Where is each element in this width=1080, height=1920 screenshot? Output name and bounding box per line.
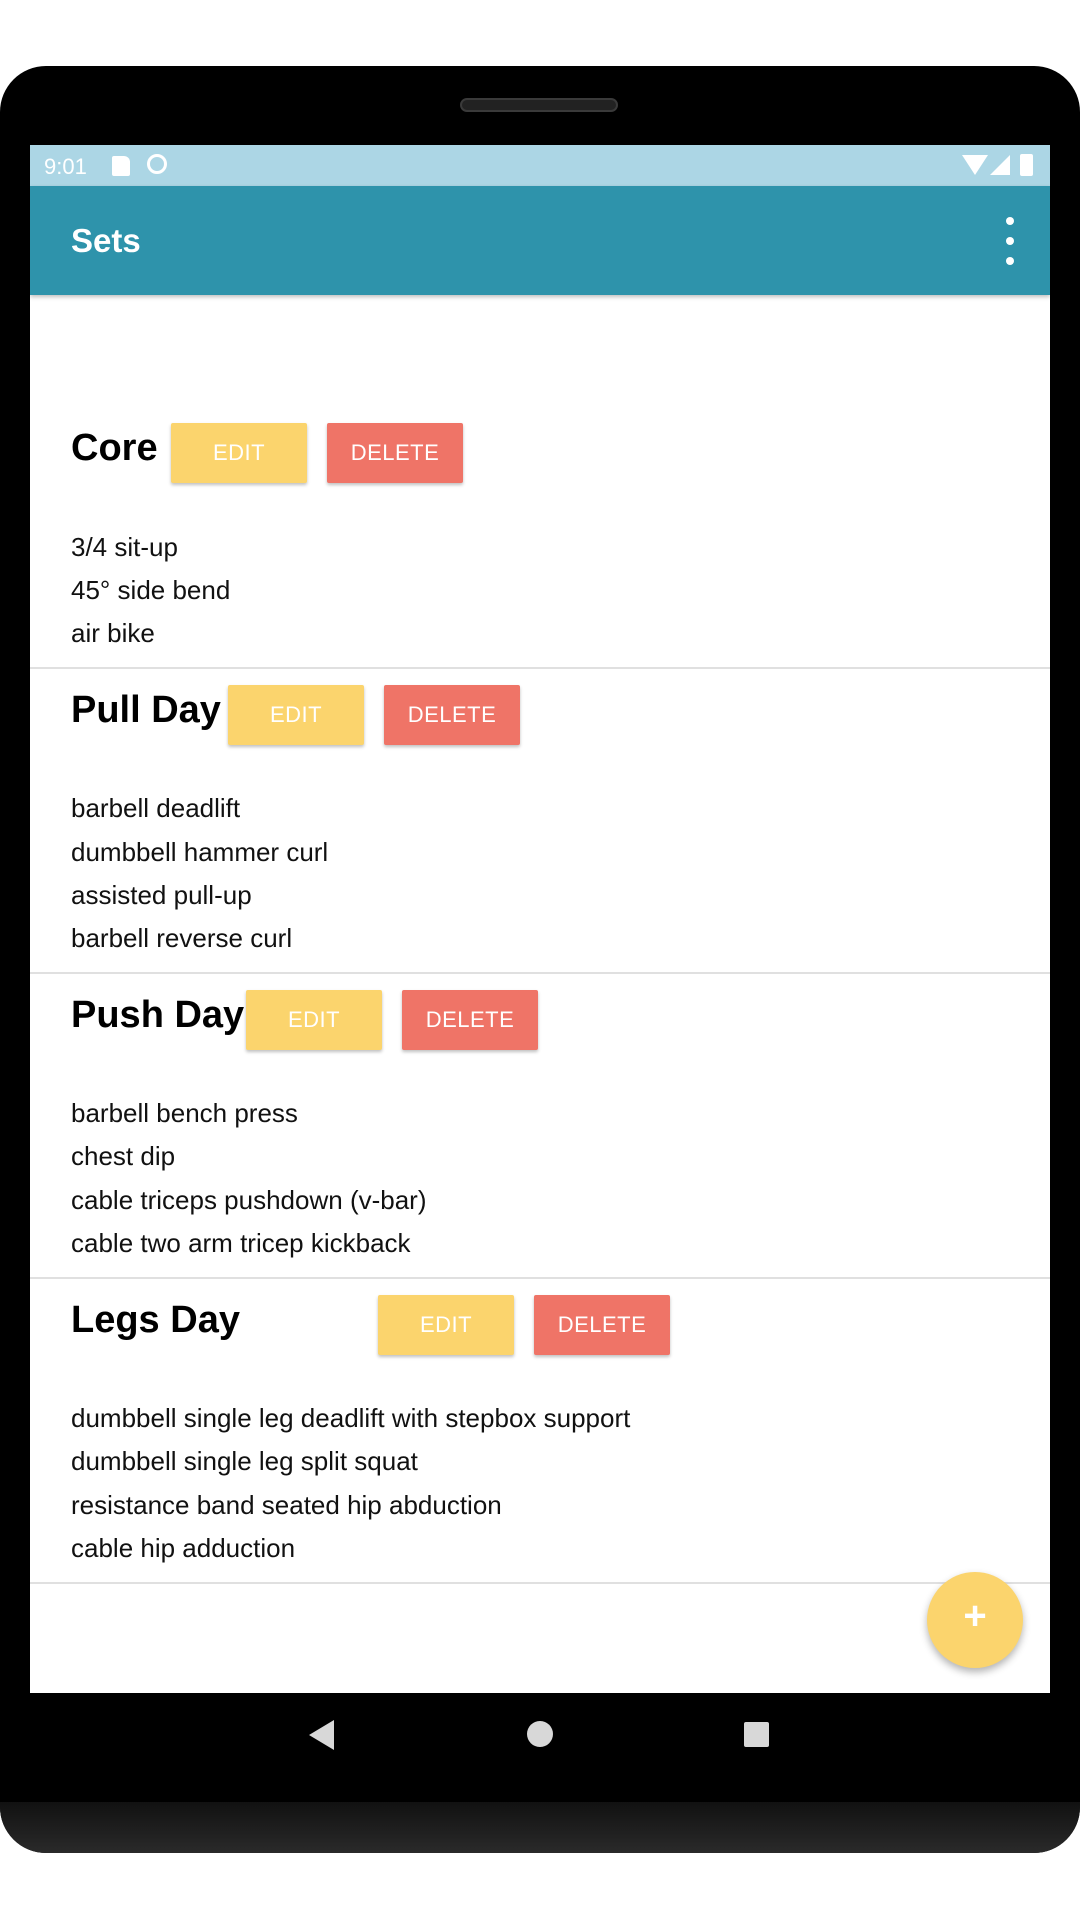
- menu-dot: [1006, 217, 1014, 225]
- list-item: cable hip adduction: [71, 1533, 296, 1563]
- menu-dot: [1006, 237, 1014, 245]
- recents-icon[interactable]: [744, 1722, 769, 1747]
- sync-icon: [147, 154, 167, 174]
- app-screen: 9:01 Sets Core EDIT DELETE 3/4 sit-up 45…: [30, 145, 1050, 1693]
- list-item: dumbbell single leg split squat: [71, 1446, 418, 1476]
- add-set-button[interactable]: +: [927, 1572, 1023, 1668]
- divider: [30, 667, 1050, 669]
- list-item: barbell bench press: [71, 1098, 298, 1128]
- set-title: Pull Day: [71, 689, 221, 731]
- status-bar: 9:01: [30, 145, 1050, 186]
- more-vert-icon[interactable]: [990, 211, 1030, 271]
- menu-dot: [1006, 257, 1014, 265]
- list-item: 3/4 sit-up: [71, 532, 178, 562]
- list-item: dumbbell hammer curl: [71, 837, 329, 867]
- list-item: cable two arm tricep kickback: [71, 1228, 411, 1258]
- edit-button[interactable]: EDIT: [378, 1295, 514, 1355]
- list-item: assisted pull-up: [71, 880, 252, 910]
- device-bottom-bezel: [0, 1802, 1080, 1853]
- list-item: cable triceps pushdown (v-bar): [71, 1185, 427, 1215]
- add-icon: +: [963, 1594, 987, 1638]
- divider: [30, 1277, 1050, 1279]
- delete-button[interactable]: DELETE: [534, 1295, 670, 1355]
- list-item: barbell deadlift: [71, 793, 241, 823]
- divider: [30, 972, 1050, 974]
- list-item: 45° side bend: [71, 575, 231, 605]
- list-item: dumbbell single leg deadlift with stepbo…: [71, 1403, 631, 1433]
- edit-button[interactable]: EDIT: [228, 685, 364, 745]
- divider: [30, 1582, 1050, 1584]
- sd-card-icon: [112, 156, 130, 176]
- set-title: Core: [71, 427, 158, 469]
- delete-button[interactable]: DELETE: [402, 990, 538, 1050]
- page-title: Sets: [71, 222, 141, 259]
- battery-icon: [1020, 154, 1033, 176]
- set-title: Push Day: [71, 994, 245, 1036]
- delete-button[interactable]: DELETE: [384, 685, 520, 745]
- set-title: Legs Day: [71, 1299, 240, 1341]
- list-item: barbell reverse curl: [71, 923, 293, 953]
- signal-icon: [990, 155, 1010, 175]
- app-bar: Sets: [30, 186, 1050, 295]
- back-icon[interactable]: [309, 1720, 334, 1750]
- home-icon[interactable]: [527, 1721, 553, 1747]
- list-item: air bike: [71, 618, 155, 648]
- list-item: resistance band seated hip abduction: [71, 1490, 502, 1520]
- edit-button[interactable]: EDIT: [246, 990, 382, 1050]
- edit-button[interactable]: EDIT: [171, 423, 307, 483]
- speaker-grille: [460, 98, 618, 112]
- delete-button[interactable]: DELETE: [327, 423, 463, 483]
- status-time: 9:01: [44, 154, 87, 179]
- wifi-icon: [962, 155, 988, 175]
- list-item: chest dip: [71, 1141, 176, 1171]
